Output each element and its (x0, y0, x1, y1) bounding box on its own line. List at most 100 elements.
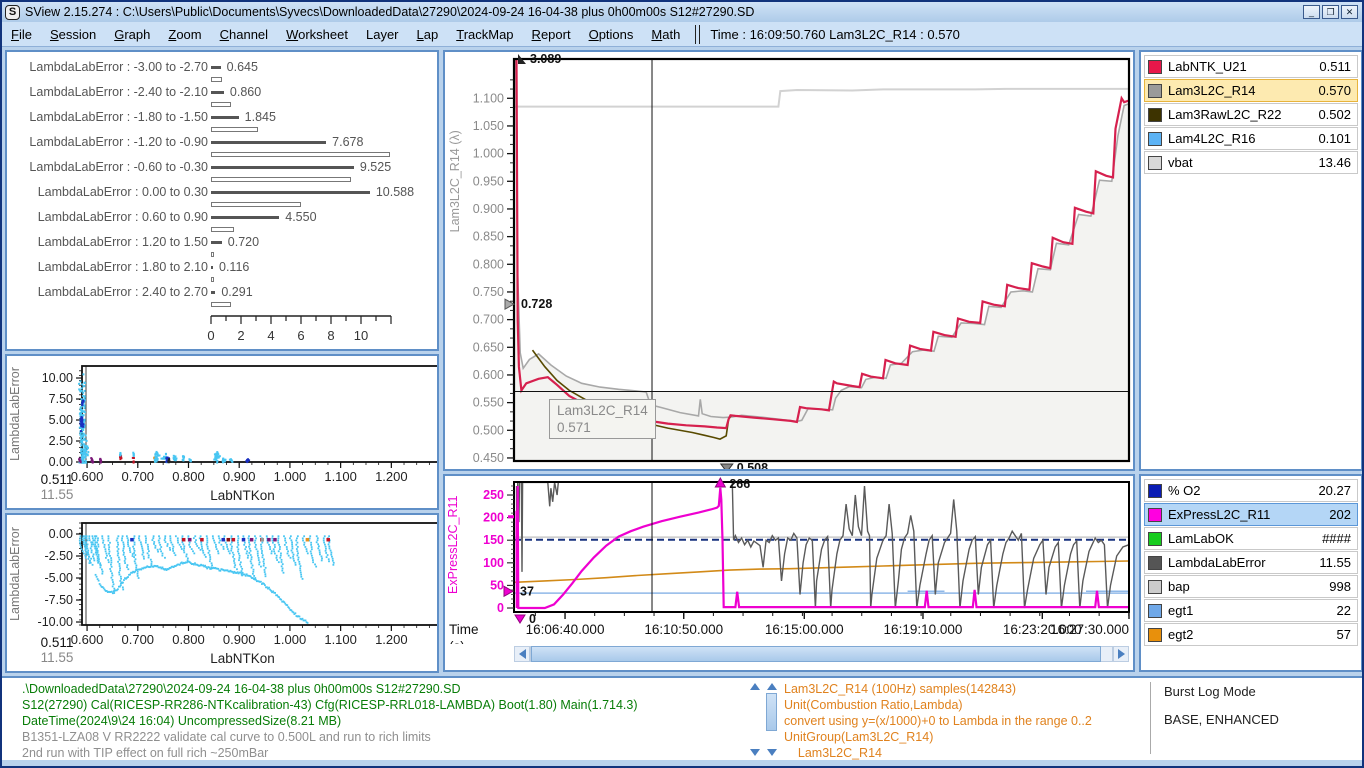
scroll-thumb[interactable] (766, 693, 777, 731)
strip-chart[interactable]: 25020015010050016:06:40.00016:10:50.0001… (445, 476, 1133, 644)
menu-item-layer[interactable]: Layer (357, 24, 408, 45)
tooltip-channel: Lam3L2C_R14 (557, 402, 648, 419)
channel-row-lam3rawl2c-r22[interactable]: Lam3RawL2C_R220.502 (1144, 103, 1358, 126)
hist-value: 4.550 (285, 210, 316, 224)
restore-icon[interactable]: ❐ (1322, 5, 1339, 19)
menu-item-math[interactable]: Math (642, 24, 689, 45)
log-info-line: DateTime(2024\9\24 16:04) UncompressedSi… (22, 714, 341, 728)
svg-text:2.50: 2.50 (49, 434, 73, 448)
svg-text:0: 0 (497, 601, 504, 615)
menu-item-channel[interactable]: Channel (211, 24, 277, 45)
menu-item-worksheet[interactable]: Worksheet (277, 24, 357, 45)
channel-row-bap[interactable]: bap998 (1144, 575, 1358, 598)
scroll-down-icon[interactable] (748, 746, 761, 758)
log-info-scrollbar[interactable] (748, 680, 761, 758)
menu-item-zoom[interactable]: Zoom (159, 24, 210, 45)
svg-text:1.100: 1.100 (473, 91, 504, 105)
channel-name: LambdaLabError (1168, 555, 1319, 570)
menu-item-lap[interactable]: Lap (408, 24, 448, 45)
svg-text:0.600: 0.600 (71, 469, 104, 484)
svg-text:1.000: 1.000 (473, 147, 504, 161)
channel-value: 22 (1337, 603, 1357, 618)
channel-row-lamlabok[interactable]: LamLabOK#### (1144, 527, 1358, 550)
svg-text:LambdaLabError: LambdaLabError (8, 527, 22, 621)
svg-text:Time: Time (449, 622, 479, 637)
channel-color-swatch (1148, 484, 1162, 498)
channel-row-labntk-u21[interactable]: LabNTK_U210.511 (1144, 55, 1358, 78)
menu-item-trackmap[interactable]: TrackMap (447, 24, 522, 45)
svg-text:0.600: 0.600 (71, 632, 104, 647)
channel-value: #### (1322, 531, 1357, 546)
hist-bar (211, 116, 239, 119)
channel-value: 20.27 (1318, 483, 1357, 498)
svg-text:0.650: 0.650 (473, 340, 504, 354)
channel-value: 13.46 (1318, 155, 1357, 170)
minimize-icon[interactable]: _ (1303, 5, 1320, 19)
hist-bar-hollow (211, 127, 258, 132)
channel-info-scrollbar[interactable] (765, 680, 778, 758)
channel-row-lambdalaberror[interactable]: LambdaLabError11.55 (1144, 551, 1358, 574)
hist-row: LambdaLabError : -0.60 to -0.309.525 (7, 160, 437, 176)
svg-text:200: 200 (483, 511, 504, 525)
hist-label: LambdaLabError : -0.60 to -0.30 (29, 160, 208, 174)
scroll-up-icon[interactable] (748, 680, 761, 692)
channel-row-lam3l2c-r14[interactable]: Lam3L2C_R140.570 (1144, 79, 1358, 102)
histogram-panel[interactable]: LambdaLabError : -3.00 to -2.700.645Lamb… (5, 50, 439, 351)
channel-name: egt2 (1168, 627, 1337, 642)
main-chart-panel[interactable]: 1.1001.0501.0000.9500.9000.8500.8000.750… (443, 50, 1135, 471)
scroll-right-icon[interactable] (1113, 646, 1129, 662)
channel-name: ExPressL2C_R11 (1168, 507, 1329, 522)
svg-text:150: 150 (483, 533, 504, 547)
scroll-up-icon[interactable] (765, 680, 778, 692)
hist-axis: 0246810 (7, 310, 437, 350)
svg-text:(s): (s) (449, 639, 465, 644)
menu-item-file[interactable]: File (2, 24, 41, 45)
svg-text:0.800: 0.800 (172, 632, 205, 647)
channel-info-line: UnitGroup(Lam3L2C_R14) (784, 730, 933, 744)
svg-text:0.450: 0.450 (473, 451, 504, 465)
channel-row-lam4l2c-r16[interactable]: Lam4L2C_R160.101 (1144, 127, 1358, 150)
channel-row-egt2[interactable]: egt257 (1144, 623, 1358, 646)
scroll-down-icon[interactable] (765, 746, 778, 758)
menu-item-report[interactable]: Report (523, 24, 580, 45)
channel-row-expressl2c-r11[interactable]: ExPressL2C_R11202 (1144, 503, 1358, 526)
hist-label: LambdaLabError : -1.80 to -1.50 (29, 110, 208, 124)
hist-value: 10.588 (376, 185, 414, 199)
hist-value: 0.116 (219, 260, 249, 274)
menu-item-graph[interactable]: Graph (105, 24, 159, 45)
channel-color-swatch (1148, 508, 1162, 522)
scroll-thumb[interactable] (531, 646, 1101, 662)
scatter-bottom-chart[interactable]: 0.00-2.50-5.00-7.50-10.000.6000.7000.800… (7, 515, 437, 671)
scatter-top-chart[interactable]: 10.007.505.002.500.000.6000.7000.8000.90… (7, 356, 437, 508)
hist-value: 0.860 (230, 85, 261, 99)
channel-row-vbat[interactable]: vbat13.46 (1144, 151, 1358, 174)
menu-item-session[interactable]: Session (41, 24, 105, 45)
svg-text:0.600: 0.600 (473, 368, 504, 382)
channel-info-line: Lam3L2C_R14 (784, 746, 882, 760)
channel-color-swatch (1148, 108, 1162, 122)
svg-text:0: 0 (529, 612, 536, 626)
hist-row: LambdaLabError : 1.80 to 2.100.116 (7, 260, 437, 276)
menu-bar: FileSessionGraphZoomChannelWorksheetLaye… (2, 22, 1362, 47)
svg-text:0.550: 0.550 (473, 396, 504, 410)
svg-text:LabNTKon: LabNTKon (210, 651, 275, 666)
svg-text:11.55: 11.55 (41, 487, 74, 502)
scatter-top-panel[interactable]: 10.007.505.002.500.000.6000.7000.8000.90… (5, 354, 439, 510)
status-divider (1150, 682, 1151, 754)
svg-text:6: 6 (297, 328, 304, 343)
close-icon[interactable]: ✕ (1341, 5, 1358, 19)
scroll-left-icon[interactable] (514, 646, 530, 662)
hist-value: 0.720 (228, 235, 259, 249)
menu-item-options[interactable]: Options (580, 24, 643, 45)
svg-text:0.900: 0.900 (223, 469, 256, 484)
channel-value: 11.55 (1319, 555, 1357, 570)
hist-label: LambdaLabError : 1.20 to 1.50 (38, 235, 208, 249)
scatter-bottom-panel[interactable]: 0.00-2.50-5.00-7.50-10.000.6000.7000.800… (5, 513, 439, 673)
svg-text:-7.50: -7.50 (45, 593, 74, 607)
strip-chart-panel[interactable]: 25020015010050016:06:40.00016:10:50.0001… (443, 474, 1135, 672)
hist-bar (211, 66, 221, 69)
channel-row-egt1[interactable]: egt122 (1144, 599, 1358, 622)
time-scrollbar[interactable] (514, 646, 1129, 662)
hist-label: LambdaLabError : -2.40 to -2.10 (29, 85, 208, 99)
channel-row--o2[interactable]: % O220.27 (1144, 479, 1358, 502)
